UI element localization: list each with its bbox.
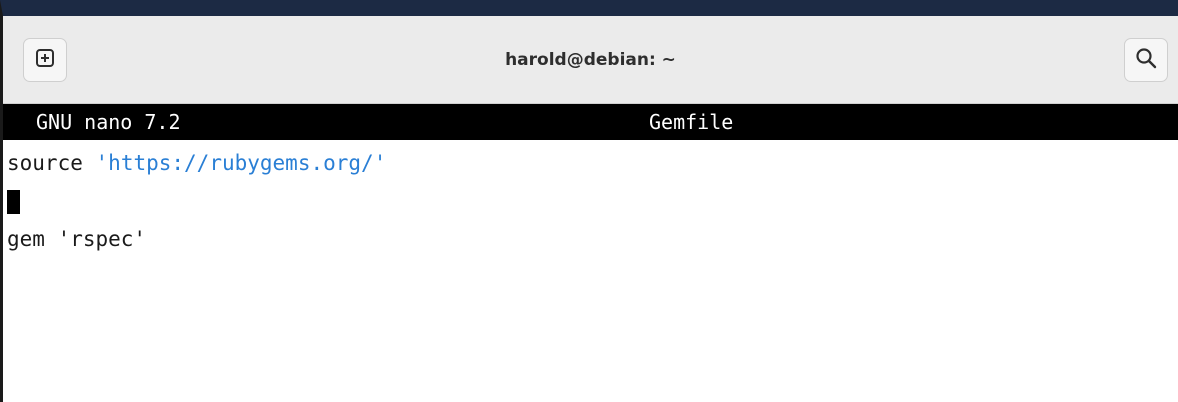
- string-quote-open: ': [95, 151, 109, 175]
- nano-version: GNU nano 7.2: [36, 110, 181, 134]
- titlebar: harold@debian: ~: [3, 16, 1178, 104]
- editor-line-3: gem 'rspec': [7, 227, 147, 251]
- editor-line-2: [7, 182, 1178, 220]
- nano-filename: Gemfile: [649, 110, 734, 134]
- terminal-window: harold@debian: ~ GNU nano 7.2 Gemfile so…: [0, 0, 1178, 402]
- magnifier-icon: [1135, 47, 1157, 74]
- search-button[interactable]: [1124, 38, 1168, 82]
- source-keyword: source: [7, 151, 96, 175]
- source-url: https://rubygems.org/: [108, 151, 374, 175]
- editor-line-1: source 'https://rubygems.org/': [7, 144, 1178, 182]
- string-quote-close: ': [373, 151, 387, 175]
- nano-title-bar: GNU nano 7.2 Gemfile: [3, 104, 1178, 140]
- text-cursor: [7, 190, 20, 214]
- editor-area[interactable]: source 'https://rubygems.org/' gem 'rspe…: [3, 140, 1178, 258]
- window-title: harold@debian: ~: [505, 50, 676, 70]
